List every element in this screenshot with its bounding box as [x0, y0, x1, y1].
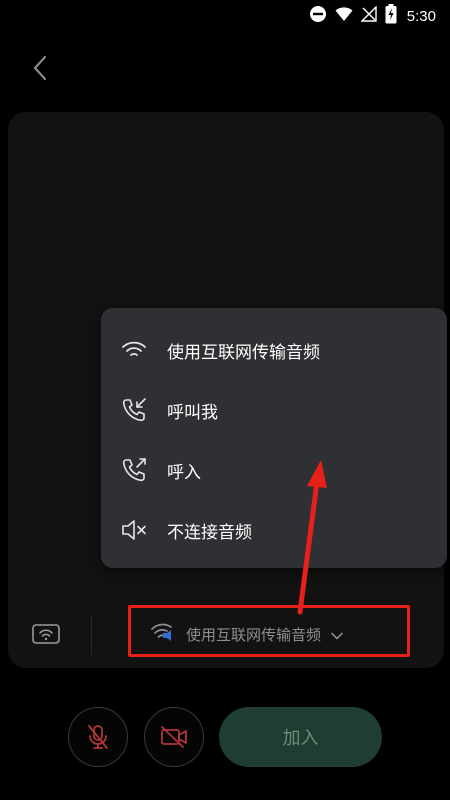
status-bar: 5:30 [0, 0, 450, 32]
phone-outgoing-icon [119, 455, 149, 485]
wifi-status-icon [335, 6, 353, 26]
menu-item-label: 呼叫我 [167, 402, 218, 423]
menu-item-label: 不连接音频 [167, 522, 252, 543]
meeting-join-screen: 5:30 使用互联网传输音频 呼叫我 呼入 不连接音频 使用互联网传输音频 加入 [0, 0, 450, 800]
menu-item-call-in[interactable]: 呼入 [101, 440, 447, 500]
annotation-highlight-box [128, 605, 410, 657]
phone-incoming-icon [119, 395, 149, 425]
status-icons: 5:30 [309, 4, 436, 28]
mute-microphone-button[interactable] [68, 707, 128, 767]
screen-share-button[interactable] [30, 622, 62, 646]
status-time: 5:30 [406, 7, 436, 25]
menu-item-label: 呼入 [167, 462, 201, 483]
menu-item-label: 使用互联网传输音频 [167, 342, 320, 363]
menu-item-call-me[interactable]: 呼叫我 [101, 380, 447, 440]
video-camera-off-icon [161, 726, 187, 748]
divider [91, 615, 92, 655]
chevron-left-icon [33, 55, 47, 81]
back-button[interactable] [24, 52, 56, 84]
join-button[interactable]: 加入 [219, 707, 382, 767]
stop-video-button[interactable] [144, 707, 204, 767]
menu-item-internet-audio[interactable]: 使用互联网传输音频 [101, 320, 447, 380]
do-not-disturb-icon [309, 5, 327, 27]
battery-charging-icon [385, 4, 397, 28]
speaker-muted-icon [119, 515, 149, 545]
no-signal-icon [360, 5, 377, 26]
menu-item-no-audio[interactable]: 不连接音频 [101, 500, 447, 560]
cast-wifi-icon [32, 624, 60, 644]
wifi-icon [119, 335, 149, 365]
audio-options-menu: 使用互联网传输音频 呼叫我 呼入 不连接音频 [101, 308, 447, 568]
microphone-off-icon [88, 725, 108, 749]
